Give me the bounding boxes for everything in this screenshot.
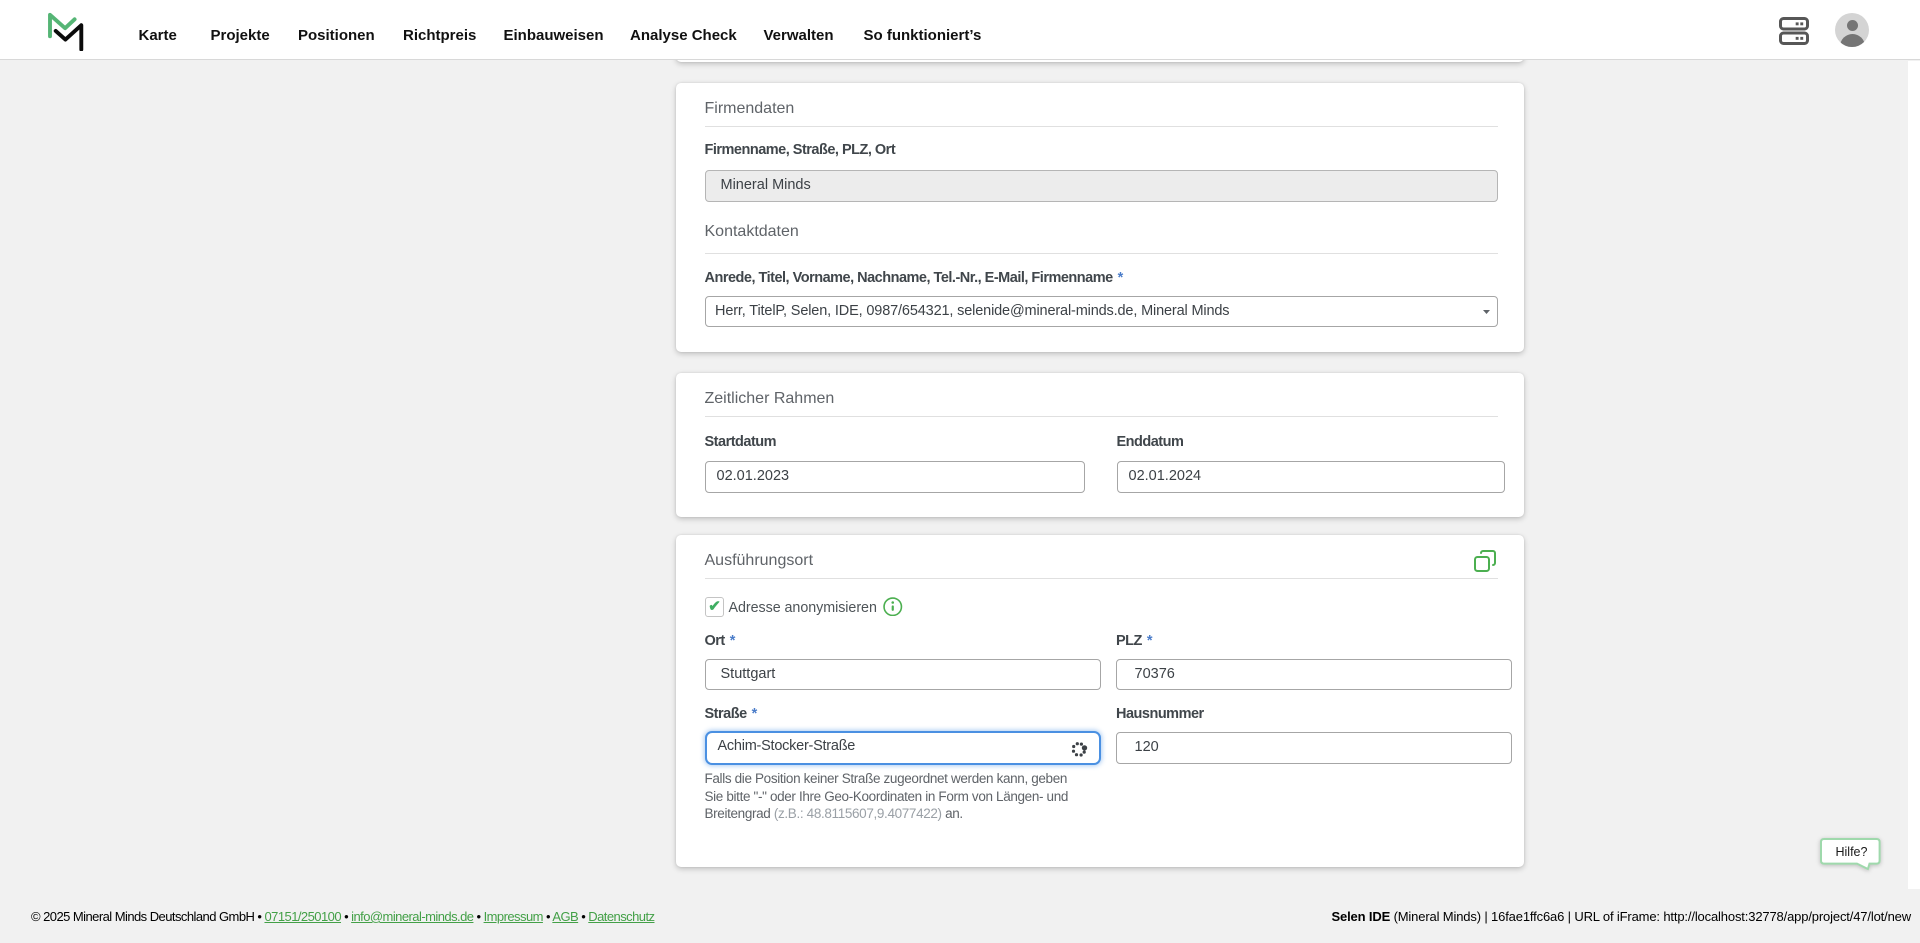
svg-text:Hilfe?: Hilfe? bbox=[1836, 845, 1868, 859]
